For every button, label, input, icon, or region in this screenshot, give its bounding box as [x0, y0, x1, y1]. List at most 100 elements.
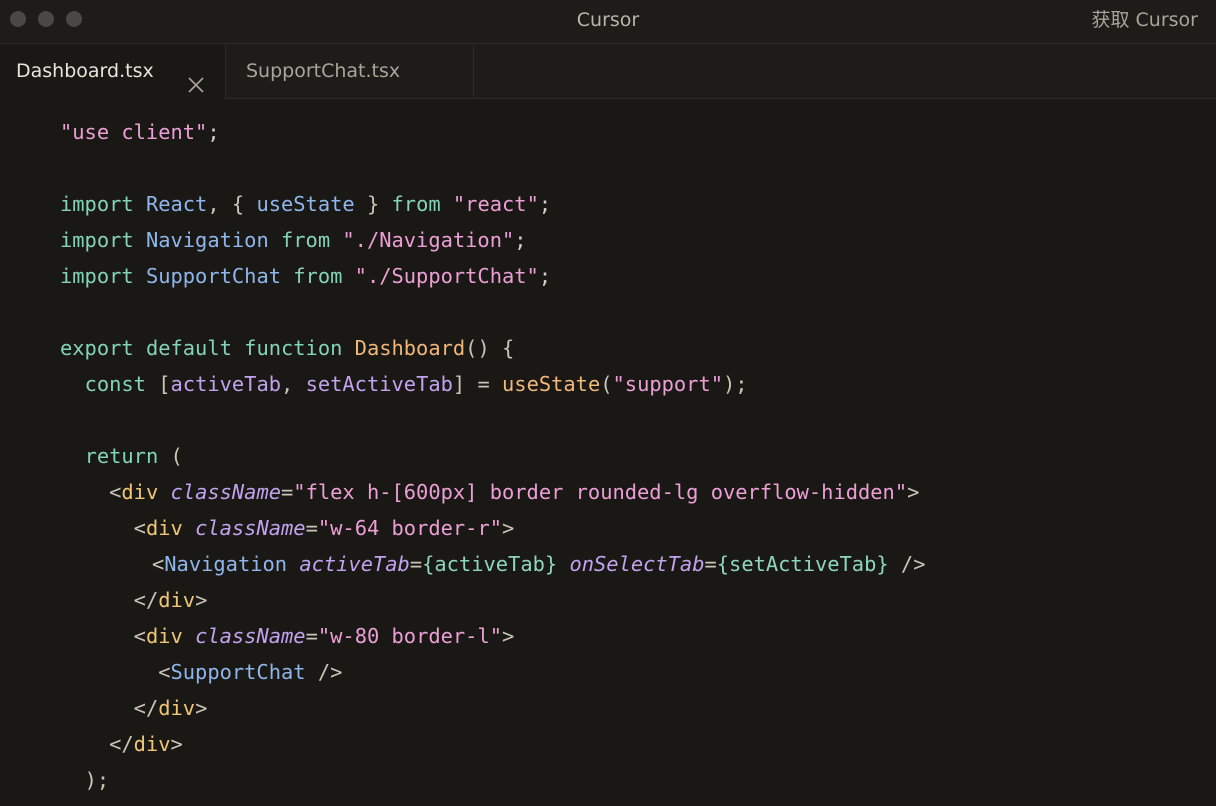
- token: Navigation: [164, 552, 288, 576]
- token: "./Navigation": [342, 228, 515, 252]
- token: <: [133, 516, 146, 540]
- token: import: [60, 192, 134, 216]
- token: from: [391, 192, 441, 216]
- token: Navigation: [145, 228, 269, 252]
- token: div: [145, 516, 183, 540]
- editor-window: Cursor 获取 Cursor Dashboard.tsx SupportCh…: [0, 0, 1216, 806]
- token: "use client": [60, 120, 208, 144]
- tab-label: Dashboard.tsx: [16, 60, 154, 82]
- token: useState: [502, 372, 601, 396]
- token: function: [244, 336, 343, 360]
- token: {setActiveTab}: [716, 552, 889, 576]
- code-line-13: <Navigation activeTab={activeTab} onSele…: [152, 546, 925, 582]
- token: className: [195, 516, 306, 540]
- token: div: [158, 696, 196, 720]
- token: >: [195, 588, 208, 612]
- token: setActiveTab: [305, 372, 453, 396]
- code-line-14: </div>: [60, 582, 208, 618]
- token: ] =: [452, 372, 503, 396]
- token: />: [900, 552, 926, 576]
- token: import: [60, 264, 134, 288]
- token: div: [133, 732, 171, 756]
- token: =: [305, 624, 318, 648]
- token: >: [907, 480, 920, 504]
- token: SupportChat: [145, 264, 281, 288]
- token: useState: [256, 192, 355, 216]
- tab-dashboard[interactable]: Dashboard.tsx: [0, 44, 226, 100]
- token: return: [84, 444, 159, 468]
- token: ;: [538, 264, 552, 288]
- token: "support": [612, 372, 724, 396]
- token: </: [133, 696, 159, 720]
- close-icon[interactable]: [186, 62, 206, 93]
- token: div: [145, 624, 183, 648]
- token: =: [704, 552, 717, 576]
- token: >: [502, 624, 515, 648]
- token: activeTab: [299, 552, 410, 576]
- token: (: [600, 372, 613, 396]
- token: import: [60, 228, 134, 252]
- code-line-1: "use client";: [60, 114, 220, 150]
- token: div: [121, 480, 159, 504]
- token: Dashboard: [354, 336, 466, 360]
- code-line-5: import SupportChat from "./SupportChat";: [60, 258, 551, 294]
- token: [: [158, 372, 171, 396]
- token: div: [158, 588, 196, 612]
- code-line-18: </div>: [60, 726, 183, 762]
- token: React: [145, 192, 208, 216]
- code-line-12: <div className="w-64 border-r">: [60, 510, 515, 546]
- token: <: [109, 480, 122, 504]
- token: );: [723, 372, 748, 396]
- token: }: [354, 192, 392, 216]
- code-line-11: <div className="flex h-[600px] border ro…: [60, 474, 919, 510]
- window-title: Cursor: [576, 9, 640, 31]
- token: ;: [514, 228, 527, 252]
- token: const: [84, 372, 146, 396]
- token: >: [195, 696, 208, 720]
- token: ,: [281, 372, 306, 396]
- code-line-16: <SupportChat />: [60, 654, 342, 690]
- token: {activeTab}: [422, 552, 558, 576]
- token: <: [158, 660, 171, 684]
- token: <: [152, 552, 165, 576]
- code-line-8: const [activeTab, setActiveTab] = useSta…: [60, 366, 748, 402]
- token: >: [170, 732, 183, 756]
- get-cursor-link[interactable]: 获取 Cursor: [1092, 0, 1199, 40]
- title-bar: Cursor 获取 Cursor: [0, 0, 1216, 44]
- token: "w-80 border-l": [317, 624, 503, 648]
- token: "w-64 border-r": [317, 516, 503, 540]
- tab-supportchat[interactable]: SupportChat.tsx: [226, 44, 474, 99]
- token: from: [293, 264, 343, 288]
- token: );: [84, 768, 110, 792]
- token: "flex h-[600px] border rounded-lg overfl…: [293, 480, 908, 504]
- code-line-4: import Navigation from "./Navigation";: [60, 222, 527, 258]
- token: <: [133, 624, 146, 648]
- token: from: [281, 228, 331, 252]
- token: (: [170, 444, 183, 468]
- token: onSelectTab: [569, 552, 705, 576]
- token: SupportChat: [170, 660, 306, 684]
- token: =: [281, 480, 294, 504]
- code-line-19: );: [60, 762, 110, 798]
- code-line-3: import React, { useState } from "react";: [60, 186, 551, 222]
- token: className: [195, 624, 306, 648]
- token: >: [502, 516, 515, 540]
- tab-bar: Dashboard.tsx SupportChat.tsx: [0, 44, 1216, 100]
- token: ;: [538, 192, 552, 216]
- code-editor[interactable]: "use client"; import React, { useState }…: [0, 100, 1216, 806]
- token: activeTab: [170, 372, 282, 396]
- code-line-15: <div className="w-80 border-l">: [60, 618, 515, 654]
- code-line-10: return (: [60, 438, 183, 474]
- token: ;: [207, 120, 220, 144]
- token: className: [170, 480, 282, 504]
- token: default: [145, 336, 232, 360]
- code-line-17: </div>: [60, 690, 208, 726]
- tab-label: SupportChat.tsx: [246, 60, 401, 82]
- token: , {: [207, 192, 257, 216]
- token: />: [317, 660, 343, 684]
- token: export: [60, 336, 134, 360]
- token: "./SupportChat": [354, 264, 539, 288]
- token: </: [133, 588, 159, 612]
- token: =: [409, 552, 423, 576]
- token: "react": [452, 192, 539, 216]
